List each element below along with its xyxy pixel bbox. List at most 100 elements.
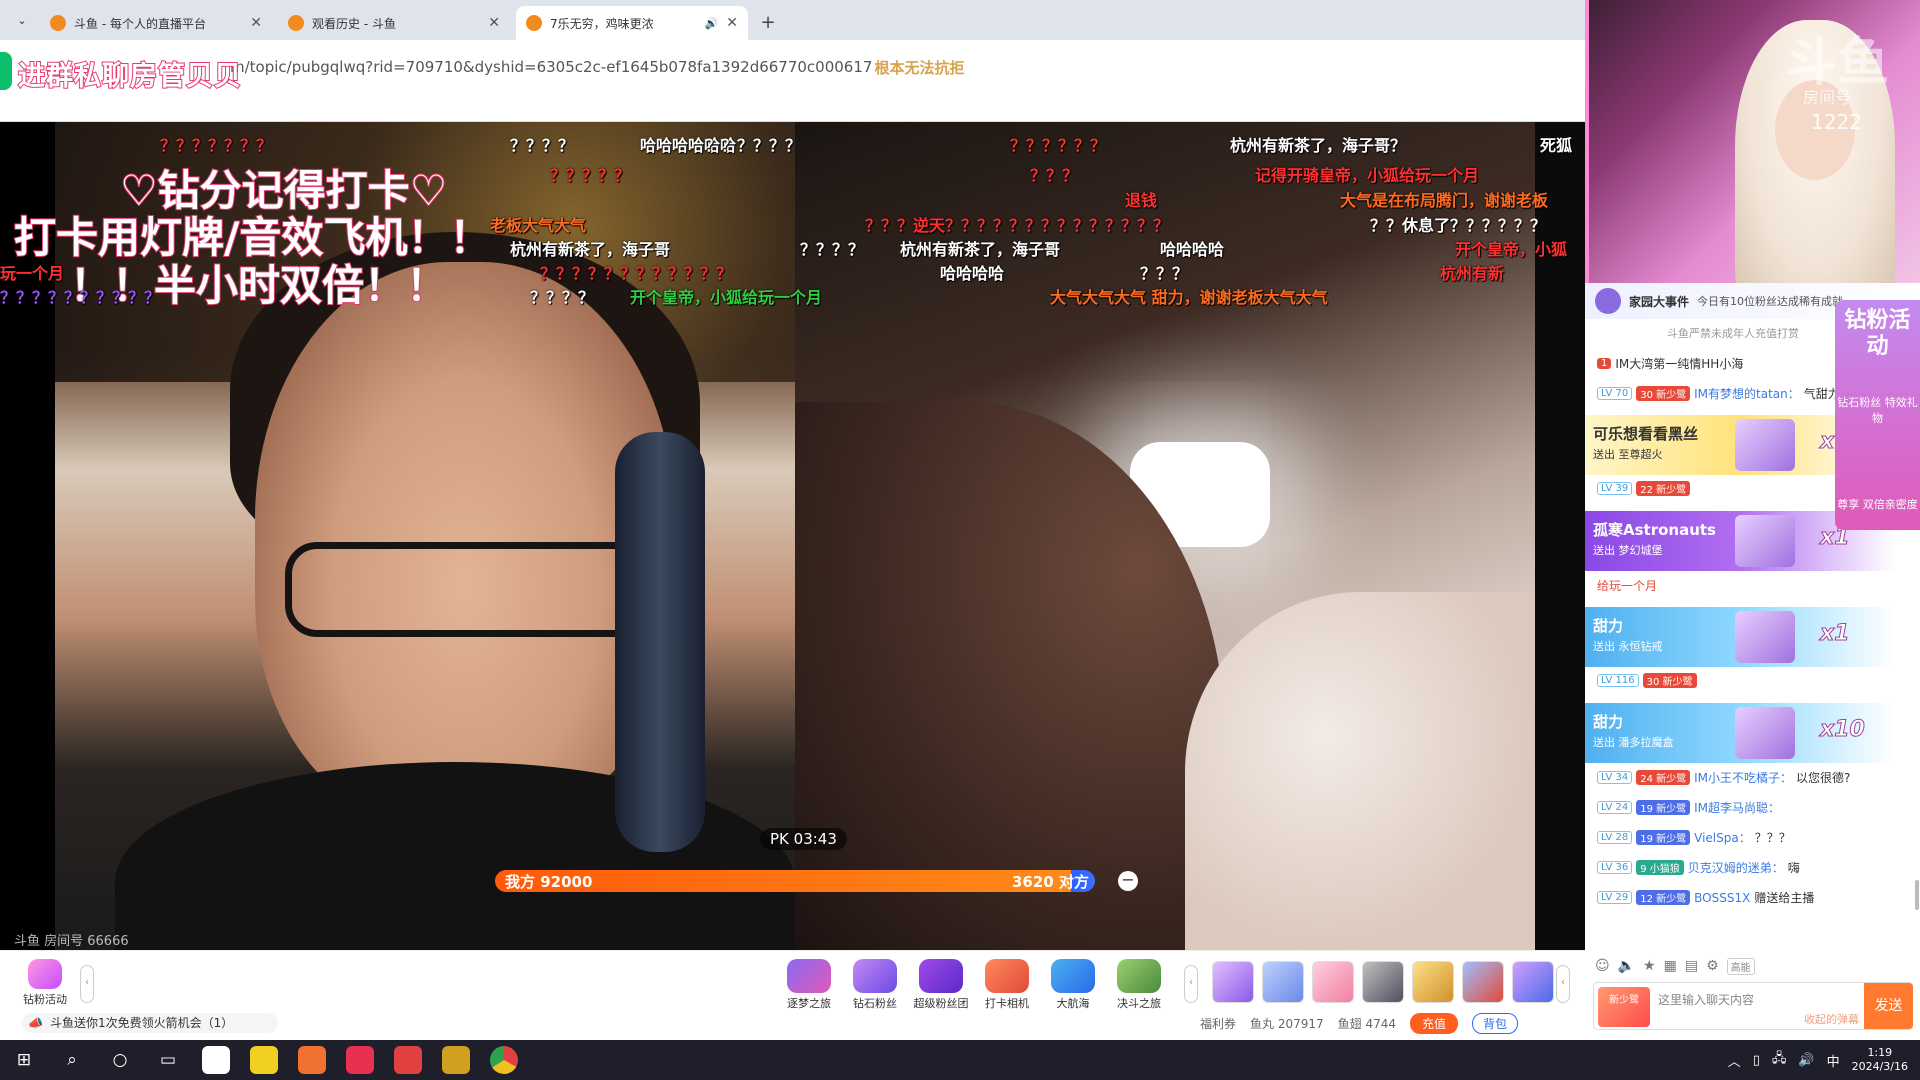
chat-message[interactable]: 给玩一个月	[1597, 577, 1657, 594]
collapse-right-button[interactable]: ‹	[1556, 965, 1570, 1003]
tab-douyu-home[interactable]: 斗鱼 - 每个人的直播平台 ✕	[40, 6, 272, 40]
system-message[interactable]: 斗鱼严禁未成年人充值打赏	[1597, 325, 1799, 341]
tab-watch-history[interactable]: 观看历史 - 斗鱼 ✕	[278, 6, 510, 40]
right-sidebar: 斗鱼 房间号 1222 家园大事件 今日有10位粉丝达成稀有成就 斗鱼严禁未成年…	[1585, 0, 1920, 1040]
gift-image	[1735, 419, 1795, 471]
level-badge: LV 36	[1597, 861, 1633, 874]
bag-button[interactable]: 背包	[1472, 1013, 1519, 1034]
danmaku-comment: ？？休息了？？？？？？	[1370, 216, 1547, 235]
pip-camera[interactable]: 斗鱼 房间号 1222	[1585, 0, 1920, 283]
task-view-icon[interactable]: ▭	[144, 1040, 192, 1080]
settings-icon[interactable]: ⚙	[1706, 958, 1719, 974]
close-icon[interactable]: ✕	[726, 15, 738, 31]
app-icon[interactable]	[288, 1040, 336, 1080]
badge-icon[interactable]: ★	[1643, 958, 1656, 974]
app-icon[interactable]	[240, 1040, 288, 1080]
chat-message[interactable]: LV 24 19 新少鹭 IM超李马尚聪：	[1597, 799, 1784, 816]
tray-expand-icon[interactable]: ︿	[1728, 1051, 1741, 1070]
chat-input-box[interactable]: 新少鹭 这里输入聊天内容 收起的弹幕 发送	[1593, 982, 1913, 1030]
ime-indicator[interactable]: 中	[1827, 1051, 1840, 1070]
new-tab-button[interactable]: +	[754, 8, 782, 36]
gift-tile[interactable]	[1412, 961, 1454, 1003]
level-badge: LV 70	[1597, 387, 1633, 400]
gift-tile[interactable]	[1362, 961, 1404, 1003]
danmaku-comment: 老板大气大气	[490, 216, 587, 235]
app-icon[interactable]	[384, 1040, 432, 1080]
barrage-icon[interactable]: ▤	[1685, 958, 1698, 974]
chat-message[interactable]: LV 39 22 新少鹭	[1597, 481, 1698, 496]
app-icon[interactable]	[432, 1040, 480, 1080]
send-button[interactable]: 发送	[1864, 983, 1913, 1029]
search-icon[interactable]: ⌕	[48, 1040, 96, 1080]
fan-badge: 24 新少鹭	[1636, 770, 1691, 785]
tab-live-room[interactable]: 7乐无穷，鸡味更浓 🔊 ✕	[516, 6, 748, 40]
chat-input-placeholder[interactable]: 这里输入聊天内容	[1658, 991, 1754, 1008]
gift-message[interactable]: 甜力 送出 永恒钻戒 x1	[1585, 607, 1895, 667]
collapsed-barrage-hint[interactable]: 收起的弹幕	[1804, 1011, 1859, 1027]
close-icon[interactable]: ✕	[250, 15, 262, 31]
color-icon[interactable]: ▦	[1664, 958, 1677, 974]
chat-message[interactable]: LV 29 12 新少鹭 BOSSS1X 赠送给主播	[1597, 889, 1814, 906]
browser-tabbar: ⌄ 斗鱼 - 每个人的直播平台 ✕ 观看历史 - 斗鱼 ✕ 7乐无穷，鸡味更浓 …	[0, 0, 1585, 40]
tab-label: 斗鱼 - 每个人的直播平台	[74, 16, 206, 31]
pk-collapse-button[interactable]: −	[1118, 871, 1138, 891]
gift-message[interactable]: 甜力 送出 潘多拉魔盒 x10	[1585, 703, 1895, 763]
level-badge: LV 29	[1597, 891, 1633, 904]
speaker-icon[interactable]: 🔊	[705, 17, 719, 30]
clock[interactable]: 1:19 2024/3/16	[1852, 1046, 1908, 1074]
diamond-fans-promo[interactable]: 钻粉活动 钻石粉丝 特效礼物 尊享 双倍亲密度	[1835, 300, 1920, 530]
user-nickname[interactable]: 贝克汉姆的迷弟：	[1688, 859, 1784, 876]
user-nickname[interactable]: IM超李马尚聪：	[1694, 799, 1780, 816]
gift-tile[interactable]	[1262, 961, 1304, 1003]
message-text: 给玩一个月	[1597, 579, 1658, 593]
level-badge: LV 24	[1597, 801, 1633, 814]
close-icon[interactable]: ✕	[488, 15, 500, 31]
feature-duel[interactable]: 决斗之旅	[1108, 959, 1170, 1011]
coupon-link[interactable]: 福利券	[1200, 1015, 1236, 1032]
feature-super-fans[interactable]: 超级粉丝团	[910, 959, 972, 1011]
chrome-icon[interactable]	[480, 1040, 528, 1080]
url-text[interactable]: m/topic/pubgqlwq?rid=709710&dyshid=6305c…	[230, 58, 872, 76]
gift-tile[interactable]	[1462, 961, 1504, 1003]
chat-message[interactable]: LV 116 30 新少鹭	[1597, 673, 1705, 688]
fan-activity-button[interactable]: 钻粉活动	[14, 959, 76, 1007]
feature-diamond-fans[interactable]: 钻石粉丝	[844, 959, 906, 1011]
danmaku-comment: 哈哈哈哈	[1160, 240, 1225, 259]
danmaku-comment: ？？？	[1030, 166, 1079, 185]
battery-icon[interactable]: ▯	[1753, 1053, 1760, 1068]
chat-message[interactable]: 1 IM大湾第一纯情HH小海	[1597, 355, 1743, 372]
feature-dream-journey[interactable]: 逐梦之旅	[778, 959, 840, 1011]
app-icon[interactable]	[336, 1040, 384, 1080]
feature-voyage[interactable]: 大航海	[1042, 959, 1104, 1011]
level-badge: LV 34	[1597, 771, 1633, 784]
danmaku-comment: ？？？？？	[550, 166, 631, 185]
gift-tile[interactable]	[1312, 961, 1354, 1003]
tab-list-button[interactable]: ⌄	[10, 8, 34, 32]
chat-message[interactable]: LV 28 19 新少鹭 VielSpa：？？？	[1597, 829, 1791, 846]
user-nickname[interactable]: VielSpa：	[1694, 829, 1751, 846]
charge-button[interactable]: 充值	[1410, 1013, 1459, 1034]
network-icon[interactable]: 🖧	[1772, 1049, 1787, 1071]
user-nickname[interactable]: IM小王不吃橘子：	[1694, 769, 1792, 786]
gift-tile[interactable]	[1512, 961, 1554, 1003]
chat-scrollbar[interactable]	[1915, 880, 1919, 910]
fan-badge-selector[interactable]: 新少鹭	[1598, 987, 1650, 1027]
chat-message[interactable]: LV 36 9 小猫狼 贝克汉姆的迷弟：嗨	[1597, 859, 1800, 876]
cortana-icon[interactable]: ○	[96, 1040, 144, 1080]
collapse-middle-button[interactable]: ‹	[1184, 965, 1198, 1003]
volume-icon[interactable]: 🔊	[1798, 1053, 1814, 1068]
video-player[interactable]: ♡钻分记得打卡♡ 打卡用灯牌/音效飞机！！ ！！半小时双倍！！ ？？？？？？？哈…	[0, 122, 1585, 950]
user-nickname[interactable]: IM有梦想的tatan：	[1694, 385, 1800, 402]
high-energy-toggle[interactable]: 高能	[1726, 957, 1755, 975]
feature-checkin-camera[interactable]: 打卡相机	[976, 959, 1038, 1011]
app-icon[interactable]	[192, 1040, 240, 1080]
windows-start-icon[interactable]: ⊞	[0, 1040, 48, 1080]
user-nickname[interactable]: BOSSS1X	[1694, 891, 1750, 905]
emoji-icon[interactable]: ☺	[1595, 958, 1610, 974]
rank-text: IM大湾第一纯情HH小海	[1615, 357, 1744, 371]
gift-tile[interactable]	[1212, 961, 1254, 1003]
collapse-left-button[interactable]: ‹	[80, 965, 94, 1003]
speaker-icon[interactable]: 🔈	[1618, 958, 1635, 974]
free-rocket-notice[interactable]: 📣 斗鱼送你1次免费领火箭机会（1）	[22, 1013, 278, 1033]
chat-message[interactable]: LV 34 24 新少鹭 IM小王不吃橘子： 以您很德?	[1597, 769, 1850, 786]
